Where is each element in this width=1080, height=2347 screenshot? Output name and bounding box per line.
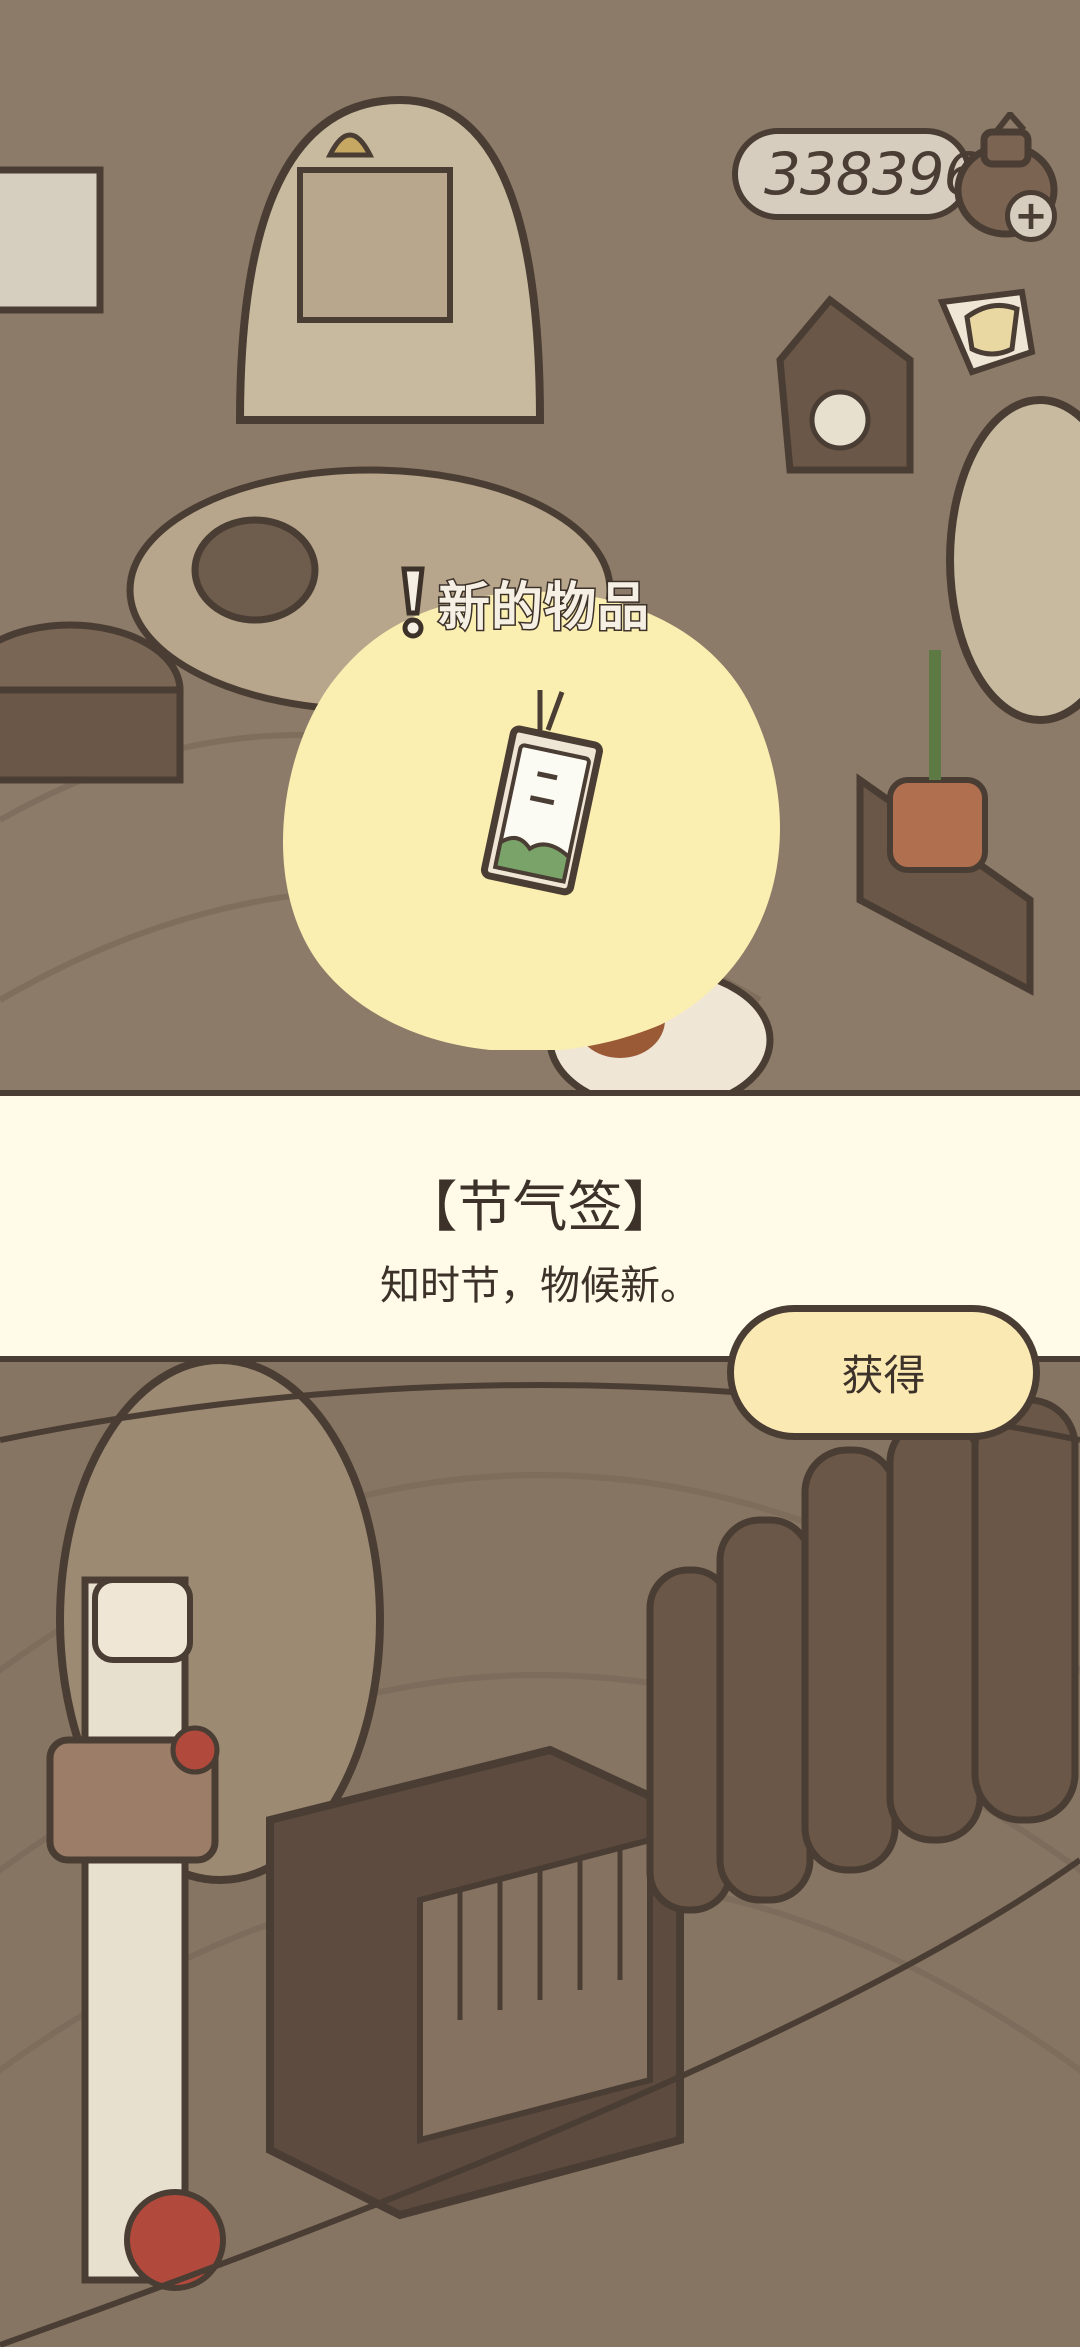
currency-counter: 338396 [732, 128, 980, 220]
item-name: 【节气签】 [402, 1175, 678, 1239]
plus-icon: + [1014, 193, 1048, 239]
solar-term-tag-icon [480, 690, 603, 896]
new-item-heading: 新的物品 [436, 577, 651, 640]
item-description: 知时节，物候新。 [380, 1263, 700, 1309]
obtain-button-label: 获得 [841, 1351, 926, 1400]
new-item-label: 新的物品 [398, 565, 651, 640]
teacup-icon[interactable] [932, 272, 1050, 380]
obtain-button[interactable]: 获得 [727, 1305, 1040, 1440]
exclamation-icon [401, 566, 425, 639]
add-currency-button[interactable]: + [1005, 190, 1057, 242]
